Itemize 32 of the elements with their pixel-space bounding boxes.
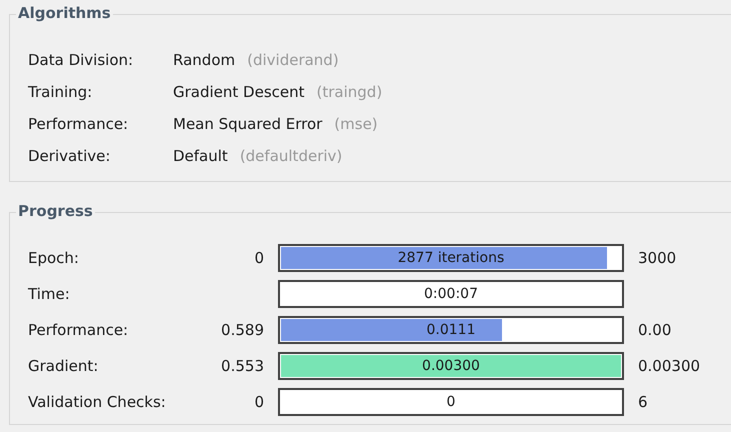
start-value: 0 (254, 393, 264, 411)
start-value: 0.553 (221, 357, 264, 375)
progress-label: Validation Checks: (28, 393, 167, 411)
function-name: (defaultderiv) (240, 147, 342, 165)
progress-label: Gradient: (28, 357, 100, 375)
field-value: Gradient Descent (173, 83, 305, 101)
function-name: (mse) (334, 115, 378, 133)
progress-bar: 0.0111 (278, 316, 624, 344)
panel-title: Progress (16, 202, 95, 220)
field-label: Data Division: (28, 51, 134, 69)
progress-bar: 0:00:07 (278, 280, 624, 308)
field-value: Random (173, 51, 236, 69)
start-value: 0.589 (221, 321, 264, 339)
progress-bar: 0 (278, 388, 624, 416)
start-value: 0 (254, 249, 264, 267)
field-value: Mean Squared Error (173, 115, 322, 133)
field-label: Performance: (28, 115, 130, 133)
field-label: Derivative: (28, 147, 112, 165)
field-label: Training: (28, 83, 94, 101)
function-name: (traingd) (316, 83, 382, 101)
field-value: Default (173, 147, 228, 165)
end-value: 0.00300 (638, 357, 700, 375)
function-name: (dividerand) (247, 51, 339, 69)
progress-label: Performance: (28, 321, 130, 339)
end-value: 6 (638, 393, 648, 411)
progress-label: Epoch: (28, 249, 80, 267)
progress-bar: 2877 iterations (278, 244, 624, 272)
end-value: 3000 (638, 249, 676, 267)
end-value: 0.00 (638, 321, 672, 339)
progress-bar: 0.00300 (278, 352, 624, 380)
panel-title: Algorithms (16, 4, 113, 22)
progress-label: Time: (28, 285, 71, 303)
